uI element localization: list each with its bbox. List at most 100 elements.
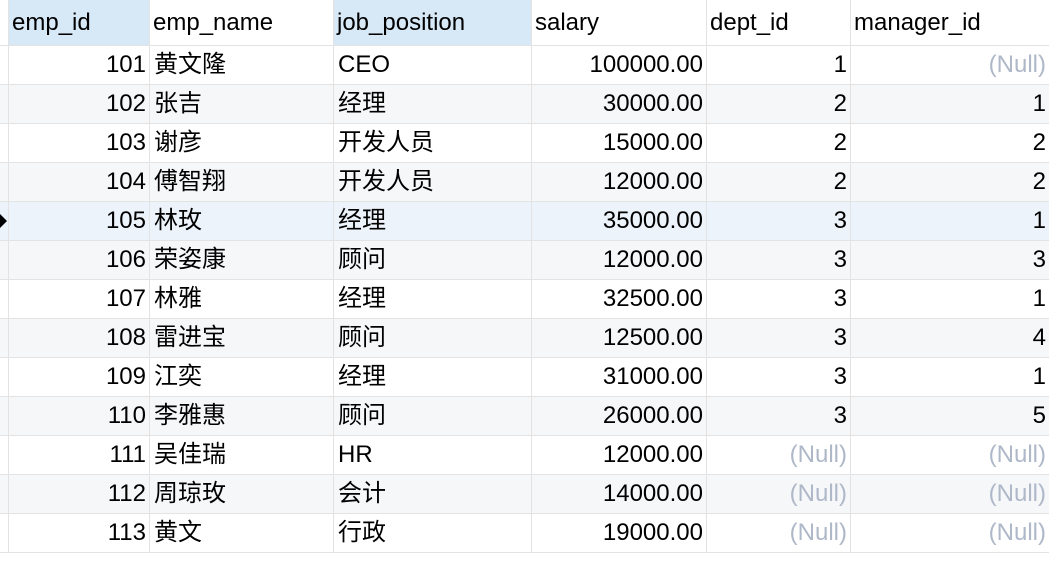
table-row[interactable]: 109 江奕 经理 31000.00 3 1	[0, 358, 1049, 397]
cell-dept-id[interactable]: 3	[707, 241, 851, 279]
cell-job-position[interactable]: 开发人员	[334, 124, 532, 162]
cell-manager-id[interactable]: 1	[851, 358, 1049, 396]
cell-emp-name[interactable]: 吴佳瑞	[150, 436, 334, 474]
table-row[interactable]: 107 林雅 经理 32500.00 3 1	[0, 280, 1049, 319]
cell-job-position[interactable]: 顾问	[334, 319, 532, 357]
cell-dept-id[interactable]: 3	[707, 280, 851, 318]
table-row[interactable]: 103 谢彦 开发人员 15000.00 2 2	[0, 124, 1049, 163]
table-row[interactable]: 104 傅智翔 开发人员 12000.00 2 2	[0, 163, 1049, 202]
table-row[interactable]: 108 雷进宝 顾问 12500.00 3 4	[0, 319, 1049, 358]
cell-dept-id[interactable]: 1	[707, 46, 851, 84]
cell-manager-id[interactable]: 3	[851, 241, 1049, 279]
cell-job-position[interactable]: 经理	[334, 202, 532, 240]
cell-dept-id[interactable]: 2	[707, 85, 851, 123]
cell-emp-name[interactable]: 谢彦	[150, 124, 334, 162]
cell-job-position[interactable]: 开发人员	[334, 163, 532, 201]
table-row[interactable]: 101 黄文隆 CEO 100000.00 1 (Null)	[0, 46, 1049, 85]
cell-dept-id[interactable]: 2	[707, 124, 851, 162]
column-header-job-position[interactable]: job_position	[334, 0, 532, 45]
cell-salary[interactable]: 19000.00	[532, 514, 707, 552]
cell-salary[interactable]: 14000.00	[532, 475, 707, 513]
cell-emp-name[interactable]: 张吉	[150, 85, 334, 123]
cell-job-position[interactable]: 会计	[334, 475, 532, 513]
cell-manager-id[interactable]: (Null)	[851, 514, 1049, 552]
column-header-salary[interactable]: salary	[532, 0, 707, 45]
column-header-manager-id[interactable]: manager_id	[851, 0, 1049, 45]
cell-salary[interactable]: 35000.00	[532, 202, 707, 240]
row-indicator[interactable]	[0, 241, 9, 279]
cell-emp-name[interactable]: 黄文隆	[150, 46, 334, 84]
cell-emp-id[interactable]: 103	[9, 124, 150, 162]
cell-manager-id[interactable]: (Null)	[851, 436, 1049, 474]
column-header-emp-id[interactable]: emp_id	[9, 0, 150, 45]
cell-dept-id[interactable]: (Null)	[707, 475, 851, 513]
cell-emp-id[interactable]: 112	[9, 475, 150, 513]
cell-salary[interactable]: 32500.00	[532, 280, 707, 318]
cell-emp-name[interactable]: 江奕	[150, 358, 334, 396]
row-indicator[interactable]	[0, 280, 9, 318]
row-indicator[interactable]	[0, 397, 9, 435]
cell-dept-id[interactable]: 2	[707, 163, 851, 201]
table-row[interactable]: 106 荣姿康 顾问 12000.00 3 3	[0, 241, 1049, 280]
cell-salary[interactable]: 30000.00	[532, 85, 707, 123]
cell-manager-id[interactable]: 5	[851, 397, 1049, 435]
cell-salary[interactable]: 12000.00	[532, 436, 707, 474]
cell-emp-id[interactable]: 102	[9, 85, 150, 123]
cell-job-position[interactable]: HR	[334, 436, 532, 474]
cell-emp-id[interactable]: 109	[9, 358, 150, 396]
cell-emp-id[interactable]: 113	[9, 514, 150, 552]
cell-emp-id[interactable]: 107	[9, 280, 150, 318]
cell-manager-id[interactable]: 1	[851, 280, 1049, 318]
cell-emp-id[interactable]: 106	[9, 241, 150, 279]
cell-emp-id[interactable]: 110	[9, 397, 150, 435]
cell-job-position[interactable]: 顾问	[334, 397, 532, 435]
table-row[interactable]: 105 林玫 经理 35000.00 3 1	[0, 202, 1049, 241]
cell-dept-id[interactable]: (Null)	[707, 436, 851, 474]
cell-job-position[interactable]: 经理	[334, 85, 532, 123]
cell-salary[interactable]: 26000.00	[532, 397, 707, 435]
row-indicator[interactable]	[0, 358, 9, 396]
cell-manager-id[interactable]: 4	[851, 319, 1049, 357]
row-indicator[interactable]	[0, 436, 9, 474]
cell-manager-id[interactable]: 1	[851, 202, 1049, 240]
cell-emp-id[interactable]: 111	[9, 436, 150, 474]
cell-emp-id[interactable]: 108	[9, 319, 150, 357]
cell-salary[interactable]: 12500.00	[532, 319, 707, 357]
cell-emp-name[interactable]: 李雅惠	[150, 397, 334, 435]
row-indicator[interactable]	[0, 514, 9, 552]
table-row[interactable]: 112 周琼玫 会计 14000.00 (Null) (Null)	[0, 475, 1049, 514]
cell-job-position[interactable]: 经理	[334, 358, 532, 396]
cell-dept-id[interactable]: 3	[707, 397, 851, 435]
cell-dept-id[interactable]: 3	[707, 358, 851, 396]
cell-manager-id[interactable]: 1	[851, 85, 1049, 123]
cell-emp-name[interactable]: 荣姿康	[150, 241, 334, 279]
table-row[interactable]: 110 李雅惠 顾问 26000.00 3 5	[0, 397, 1049, 436]
cell-emp-name[interactable]: 雷进宝	[150, 319, 334, 357]
column-header-emp-name[interactable]: emp_name	[150, 0, 334, 45]
cell-manager-id[interactable]: 2	[851, 124, 1049, 162]
row-indicator[interactable]	[0, 475, 9, 513]
cell-emp-id[interactable]: 101	[9, 46, 150, 84]
cell-manager-id[interactable]: 2	[851, 163, 1049, 201]
table-row[interactable]: 102 张吉 经理 30000.00 2 1	[0, 85, 1049, 124]
row-indicator[interactable]	[0, 85, 9, 123]
row-indicator[interactable]	[0, 202, 9, 240]
cell-dept-id[interactable]: 3	[707, 319, 851, 357]
cell-manager-id[interactable]: (Null)	[851, 475, 1049, 513]
cell-emp-name[interactable]: 傅智翔	[150, 163, 334, 201]
row-indicator[interactable]	[0, 163, 9, 201]
cell-salary[interactable]: 100000.00	[532, 46, 707, 84]
cell-salary[interactable]: 31000.00	[532, 358, 707, 396]
cell-manager-id[interactable]: (Null)	[851, 46, 1049, 84]
cell-emp-name[interactable]: 林玫	[150, 202, 334, 240]
cell-salary[interactable]: 12000.00	[532, 241, 707, 279]
cell-job-position[interactable]: 经理	[334, 280, 532, 318]
table-row[interactable]: 113 黄文 行政 19000.00 (Null) (Null)	[0, 514, 1049, 553]
cell-emp-id[interactable]: 105	[9, 202, 150, 240]
cell-job-position[interactable]: 行政	[334, 514, 532, 552]
cell-job-position[interactable]: CEO	[334, 46, 532, 84]
row-indicator[interactable]	[0, 46, 9, 84]
column-header-dept-id[interactable]: dept_id	[707, 0, 851, 45]
cell-emp-id[interactable]: 104	[9, 163, 150, 201]
row-indicator[interactable]	[0, 319, 9, 357]
